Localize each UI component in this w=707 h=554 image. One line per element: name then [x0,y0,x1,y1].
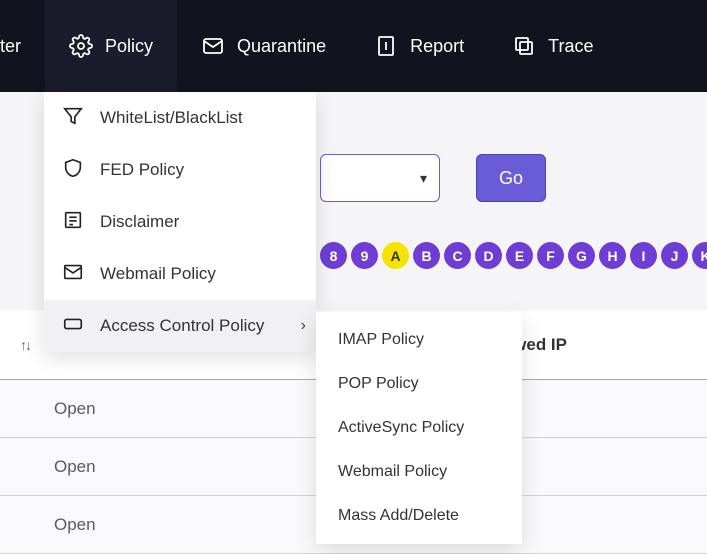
submenu-item[interactable]: Mass Add/Delete [316,494,522,538]
alpha-chip-j[interactable]: J [661,242,688,269]
copy-icon [512,34,536,58]
nav-item-policy[interactable]: Policy [45,0,177,92]
sort-icon[interactable]: ↑↓ [20,337,30,353]
alpha-chip-e[interactable]: E [506,242,533,269]
alpha-chip-b[interactable]: B [413,242,440,269]
access-control-submenu: IMAP PolicyPOP PolicyActiveSync PolicyWe… [316,312,522,544]
nav-label: Quarantine [237,36,326,57]
menu-label: Disclaimer [100,212,179,232]
news-icon [62,209,84,236]
alpha-chip-f[interactable]: F [537,242,564,269]
nav-label: Report [410,36,464,57]
menu-whitelist-blacklist[interactable]: WhiteList/BlackList [44,92,316,144]
nav-item-truncated[interactable]: ter [0,0,45,92]
alpha-chip-d[interactable]: D [475,242,502,269]
envelope-icon [62,261,84,288]
alpha-chip-a[interactable]: A [382,242,409,269]
go-button[interactable]: Go [476,154,546,202]
top-nav: ter Policy Quarantine Report Trace [0,0,707,92]
envelope-icon [201,34,225,58]
alpha-chip-i[interactable]: I [630,242,657,269]
nav-label: ter [0,36,21,57]
nav-item-report[interactable]: Report [350,0,488,92]
submenu-item[interactable]: ActiveSync Policy [316,406,522,450]
alpha-chip-8[interactable]: 8 [320,242,347,269]
alpha-chip-h[interactable]: H [599,242,626,269]
nav-label: Trace [548,36,593,57]
rectangle-icon [62,313,84,340]
chevron-right-icon: › [301,317,306,335]
alpha-chip-g[interactable]: G [568,242,595,269]
policy-dropdown: WhiteList/BlackList FED Policy Disclaime… [44,92,316,352]
nav-item-quarantine[interactable]: Quarantine [177,0,350,92]
nav-label: Policy [105,36,153,57]
menu-fed-policy[interactable]: FED Policy [44,144,316,196]
filter-select[interactable] [320,154,440,202]
funnel-icon [62,105,84,132]
menu-label: WhiteList/BlackList [100,108,243,128]
alpha-chip-c[interactable]: C [444,242,471,269]
submenu-item[interactable]: IMAP Policy [316,318,522,362]
gear-icon [69,34,93,58]
menu-disclaimer[interactable]: Disclaimer [44,196,316,248]
shield-icon [62,157,84,184]
nav-item-trace[interactable]: Trace [488,0,617,92]
report-icon [374,34,398,58]
menu-label: Webmail Policy [100,264,216,284]
alpha-chip-9[interactable]: 9 [351,242,378,269]
alpha-index-row: 89ABCDEFGHIJK [320,242,707,269]
menu-label: FED Policy [100,160,184,180]
submenu-item[interactable]: Webmail Policy [316,450,522,494]
go-label: Go [499,168,523,189]
menu-access-control-policy[interactable]: Access Control Policy › [44,300,316,352]
menu-label: Access Control Policy [100,316,264,336]
menu-webmail-policy[interactable]: Webmail Policy [44,248,316,300]
alpha-chip-k[interactable]: K [692,242,707,269]
submenu-item[interactable]: POP Policy [316,362,522,406]
